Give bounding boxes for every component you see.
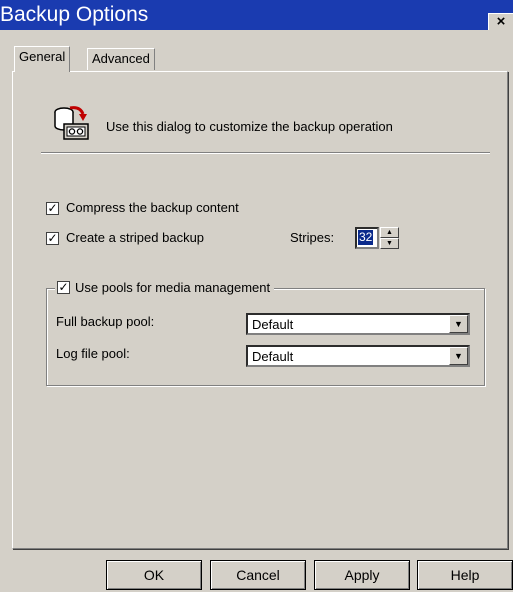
pools-label: Use pools for media management <box>75 280 271 295</box>
compress-label: Compress the backup content <box>66 200 239 215</box>
log-file-pool-value: Default <box>252 349 294 364</box>
arrow-down-icon: ▼ <box>386 240 393 247</box>
striped-label: Create a striped backup <box>66 230 205 245</box>
stripes-down-button[interactable]: ▼ <box>380 238 399 249</box>
check-icon: ✓ <box>47 231 58 245</box>
arrow-up-icon: ▲ <box>386 229 393 236</box>
apply-label: Apply <box>344 567 380 583</box>
stripes-value: 32 <box>358 230 374 245</box>
check-icon: ✓ <box>47 201 58 215</box>
cancel-label: Cancel <box>236 567 280 583</box>
dropdown-arrow-button[interactable]: ▼ <box>449 347 468 365</box>
chevron-down-icon: ▼ <box>454 319 463 329</box>
cancel-button[interactable]: Cancel <box>210 560 306 590</box>
check-icon: ✓ <box>58 280 69 295</box>
full-backup-pool-value: Default <box>252 317 294 332</box>
ok-button[interactable]: OK <box>106 560 202 590</box>
dropdown-arrow-button[interactable]: ▼ <box>449 315 468 333</box>
striped-checkbox[interactable]: ✓ <box>46 232 59 245</box>
compress-checkbox[interactable]: ✓ <box>46 202 59 215</box>
help-label: Help <box>450 567 480 583</box>
stripes-label: Stripes: <box>290 230 335 245</box>
log-file-pool-select[interactable]: Default ▼ <box>246 345 470 367</box>
pools-group-legend: ✓ Use pools for media management <box>55 279 275 297</box>
apply-button[interactable]: Apply <box>314 560 410 590</box>
log-file-pool-label: Log file pool: <box>56 346 130 361</box>
pools-groupbox <box>46 288 485 386</box>
backup-tape-icon <box>50 104 90 142</box>
chevron-down-icon: ▼ <box>454 351 463 361</box>
stripes-up-button[interactable]: ▲ <box>380 227 399 238</box>
ok-label: OK <box>143 567 165 583</box>
pools-checkbox[interactable]: ✓ <box>57 280 70 295</box>
stripes-input[interactable]: 32 <box>355 227 379 249</box>
help-button[interactable]: Help <box>417 560 513 590</box>
dialog-description: Use this dialog to customize the backup … <box>106 119 393 134</box>
divider <box>41 152 490 154</box>
full-backup-pool-label: Full backup pool: <box>56 314 155 329</box>
full-backup-pool-select[interactable]: Default ▼ <box>246 313 470 335</box>
